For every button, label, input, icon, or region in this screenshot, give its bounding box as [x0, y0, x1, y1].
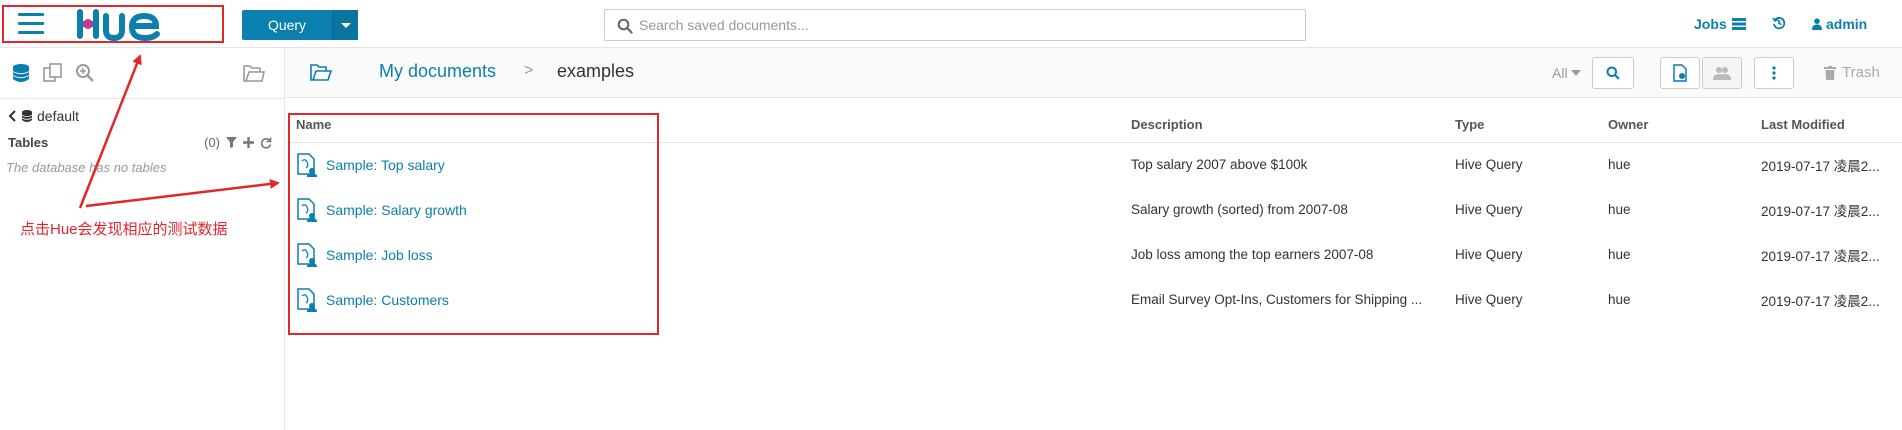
annotation-documents-highlight [288, 113, 659, 335]
user-label: admin [1826, 16, 1868, 32]
folder-open-icon[interactable] [242, 62, 266, 84]
tables-heading: Tables [8, 135, 49, 150]
search-icon [617, 18, 633, 34]
document-last-modified: 2019-07-17 凌晨2... [1761, 293, 1880, 309]
breadcrumb-current-folder: examples [557, 61, 635, 81]
annotation-logo-highlight [2, 5, 224, 43]
search-documents-button[interactable] [1592, 57, 1634, 89]
document-type: Hive Query [1455, 157, 1523, 173]
no-tables-message: The database has no tables [6, 160, 167, 175]
document-owner: hue [1608, 202, 1631, 217]
search-zoom-icon[interactable] [74, 62, 96, 84]
refresh-icon[interactable] [260, 137, 272, 149]
search-box[interactable] [604, 9, 1306, 41]
jobs-label: Jobs [1694, 16, 1727, 32]
trash-link[interactable]: Trash [1824, 64, 1880, 81]
query-button-label: Query [242, 10, 333, 40]
tables-count: (0) [204, 135, 220, 150]
database-name: default [37, 108, 80, 124]
document-owner: hue [1608, 247, 1631, 262]
breadcrumb-my-documents[interactable]: My documents [379, 61, 496, 82]
chevron-left-icon [8, 110, 16, 122]
column-header-type[interactable]: Type [1455, 108, 1608, 143]
users-icon [1713, 67, 1731, 80]
column-header-owner[interactable]: Owner [1608, 108, 1761, 143]
column-header-last-modified[interactable]: Last Modified [1761, 108, 1902, 143]
jobs-link[interactable]: Jobs [1694, 16, 1746, 32]
search-input[interactable] [639, 10, 1299, 40]
document-description: Salary growth (sorted) from 2007-08 [1131, 202, 1348, 217]
document-type: Hive Query [1455, 202, 1523, 217]
document-last-modified: 2019-07-17 凌晨2... [1761, 248, 1880, 264]
database-back-link[interactable]: default [8, 108, 79, 124]
document-description: Job loss among the top earners 2007-08 [1131, 247, 1374, 262]
column-header-description[interactable]: Description [1131, 108, 1455, 143]
document-owner: hue [1608, 292, 1631, 307]
sidebar-divider [0, 98, 285, 99]
documents-header: My documents > examples All Trash [286, 48, 1902, 98]
query-button[interactable]: Query [242, 10, 358, 40]
search-icon [1606, 66, 1620, 80]
document-last-modified: 2019-07-17 凌晨2... [1761, 203, 1880, 219]
document-owner: hue [1608, 157, 1631, 173]
folder-open-home-icon[interactable] [310, 62, 332, 82]
type-filter-dropdown[interactable]: All [1552, 65, 1581, 81]
more-actions-button[interactable] [1754, 57, 1794, 89]
new-document-icon [1673, 64, 1687, 82]
database-small-icon [21, 110, 33, 122]
type-filter-label: All [1552, 65, 1568, 81]
tables-toolbar: (0) [204, 135, 272, 150]
new-document-button[interactable] [1660, 57, 1700, 89]
left-sidebar: default Tables (0) The database has no t… [0, 48, 285, 430]
jobs-icon [1731, 18, 1746, 30]
history-icon[interactable] [1772, 16, 1786, 33]
trash-label: Trash [1842, 64, 1880, 81]
database-icon[interactable] [10, 62, 32, 84]
document-last-modified: 2019-07-17 凌晨2... [1761, 158, 1880, 174]
document-type: Hive Query [1455, 292, 1523, 307]
user-icon [1812, 18, 1822, 30]
vertical-dots-icon [1772, 66, 1776, 80]
breadcrumb-separator: > [524, 62, 534, 79]
document-description: Email Survey Opt-Ins, Customers for Ship… [1131, 292, 1423, 307]
query-dropdown-caret-icon[interactable] [333, 10, 358, 40]
add-icon[interactable] [243, 137, 254, 148]
document-type: Hive Query [1455, 247, 1523, 262]
top-navigation-bar: Query Jobs admin [0, 0, 1902, 48]
trash-icon [1824, 65, 1836, 80]
user-menu[interactable]: admin [1812, 16, 1867, 32]
share-button[interactable] [1702, 57, 1742, 89]
annotation-note: 点击Hue会发现相应的测试数据 [20, 221, 228, 238]
document-description: Top salary 2007 above $100k [1131, 157, 1308, 173]
documents-icon[interactable] [42, 62, 64, 84]
chevron-down-icon [1570, 70, 1581, 76]
filter-icon[interactable] [226, 137, 237, 148]
